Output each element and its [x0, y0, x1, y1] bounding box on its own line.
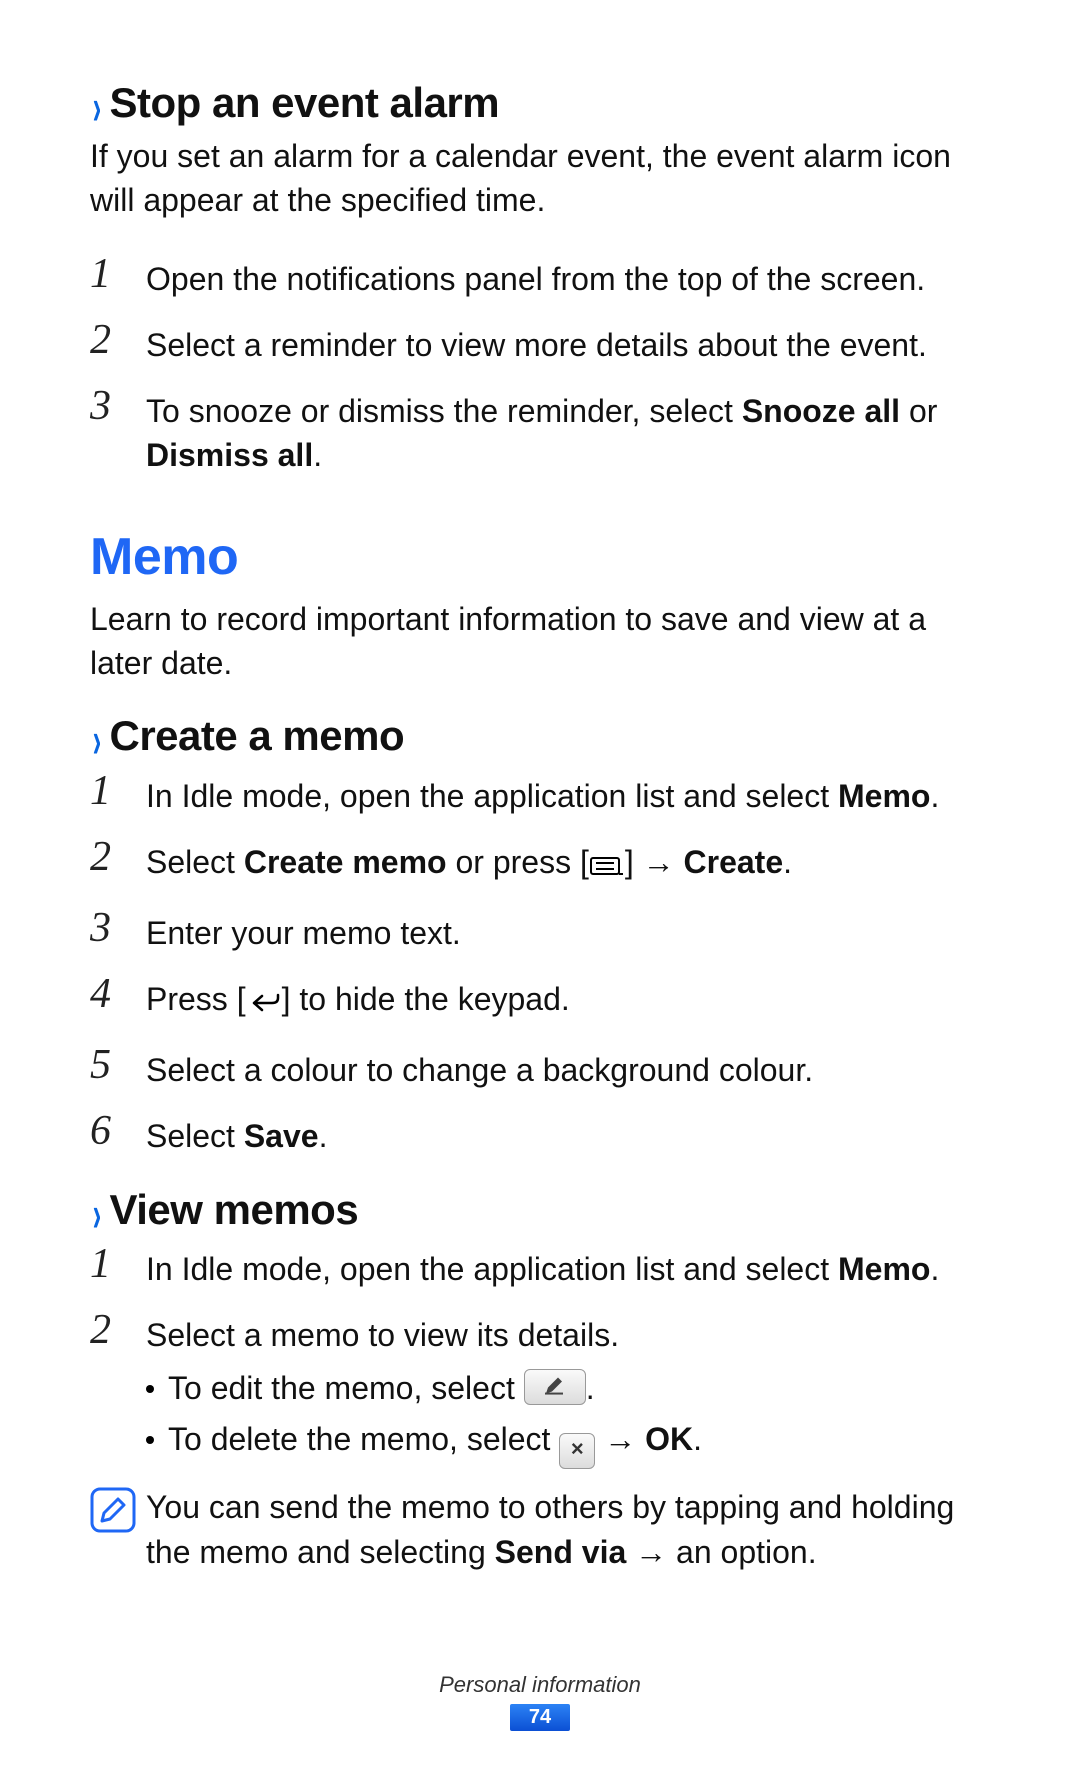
- step-number: 1: [90, 768, 146, 812]
- bold-text: Memo: [838, 778, 930, 814]
- text-fragment: or press [: [447, 844, 589, 880]
- document-page: ›Stop an event alarm If you set an alarm…: [0, 0, 1080, 1771]
- page-number-badge: 74: [510, 1704, 570, 1731]
- step-number: 1: [90, 251, 146, 295]
- step-text: In Idle mode, open the application list …: [146, 768, 990, 818]
- heading-view-memos: ›View memos: [90, 1187, 990, 1237]
- step-row: 6 Select Save.: [90, 1108, 990, 1158]
- intro-stop-alarm: If you set an alarm for a calendar event…: [90, 134, 990, 222]
- heading-create-memo: ›Create a memo: [90, 713, 990, 763]
- step-row: 1 Open the notifications panel from the …: [90, 251, 990, 301]
- text-fragment: In Idle mode, open the application list …: [146, 778, 838, 814]
- step-row: 1 In Idle mode, open the application lis…: [90, 768, 990, 818]
- text-fragment: or: [900, 393, 937, 429]
- step-number: 2: [90, 834, 146, 878]
- bold-text: OK: [645, 1421, 693, 1457]
- step-text: Open the notifications panel from the to…: [146, 251, 990, 301]
- step-row: 4 Press [ ] to hide the keypad.: [90, 971, 990, 1026]
- step-text: Select Save.: [146, 1108, 990, 1158]
- heading-text: View memos: [110, 1186, 359, 1233]
- step-number: 4: [90, 971, 146, 1015]
- text-fragment: To delete the memo, select: [168, 1421, 559, 1457]
- text-fragment: .: [693, 1421, 702, 1457]
- bold-text: Create: [684, 844, 784, 880]
- page-footer: Personal information 74: [0, 1672, 1080, 1731]
- text-fragment: .: [319, 1118, 328, 1154]
- bullet-item: To delete the memo, select × → OK.: [90, 1414, 990, 1469]
- bold-text: Dismiss all: [146, 437, 313, 473]
- bold-text: Memo: [838, 1251, 930, 1287]
- step-text: In Idle mode, open the application list …: [146, 1241, 990, 1291]
- step-text: Select a reminder to view more details a…: [146, 317, 990, 367]
- intro-memo: Learn to record important information to…: [90, 597, 990, 685]
- bold-text: Send via: [495, 1534, 627, 1570]
- text-fragment: ] to hide the keypad.: [282, 981, 570, 1017]
- bold-text: Create memo: [244, 844, 447, 880]
- step-row: 5 Select a colour to change a background…: [90, 1042, 990, 1092]
- step-number: 5: [90, 1042, 146, 1086]
- step-text: Press [ ] to hide the keypad.: [146, 971, 990, 1026]
- bold-text: Save: [244, 1118, 319, 1154]
- text-fragment: .: [930, 778, 939, 814]
- heading-text: Stop an event alarm: [110, 79, 500, 126]
- step-number: 3: [90, 905, 146, 949]
- chevron-right-icon: ›: [93, 79, 101, 134]
- note-icon: [90, 1485, 146, 1538]
- text-fragment: .: [930, 1251, 939, 1287]
- step-number: 2: [90, 1307, 146, 1351]
- heading-stop-alarm: ›Stop an event alarm: [90, 80, 990, 130]
- text-fragment: .: [783, 844, 792, 880]
- edit-memo-icon: [524, 1369, 586, 1405]
- text-fragment: ] →: [625, 844, 684, 880]
- bullet-icon: [146, 1385, 154, 1393]
- back-key-icon: [246, 982, 282, 1026]
- text-fragment: Press [: [146, 981, 246, 1017]
- text-fragment: → an option.: [626, 1534, 816, 1570]
- step-text: Select Create memo or press [ ] → Create.: [146, 834, 990, 889]
- text-fragment: In Idle mode, open the application list …: [146, 1251, 838, 1287]
- bold-text: Snooze all: [742, 393, 900, 429]
- footer-section-label: Personal information: [0, 1672, 1080, 1698]
- note-text: You can send the memo to others by tappi…: [146, 1485, 990, 1575]
- step-text: Select a memo to view its details.: [146, 1307, 990, 1357]
- step-row: 2 Select Create memo or press [ ] → Creat…: [90, 834, 990, 889]
- step-row: 3 Enter your memo text.: [90, 905, 990, 955]
- text-fragment: .: [313, 437, 322, 473]
- heading-memo: Memo: [90, 527, 990, 587]
- step-row: 1 In Idle mode, open the application lis…: [90, 1241, 990, 1291]
- text-fragment: →: [595, 1421, 645, 1457]
- menu-key-icon: [589, 845, 625, 889]
- bullet-icon: [146, 1436, 154, 1444]
- text-fragment: To snooze or dismiss the reminder, selec…: [146, 393, 742, 429]
- step-number: 6: [90, 1108, 146, 1152]
- delete-memo-icon: ×: [559, 1433, 595, 1469]
- note-row: You can send the memo to others by tappi…: [90, 1485, 990, 1575]
- chevron-right-icon: ›: [93, 713, 101, 768]
- step-number: 2: [90, 317, 146, 361]
- step-number: 1: [90, 1241, 146, 1285]
- text-fragment: .: [586, 1370, 595, 1406]
- text-fragment: Select: [146, 1118, 244, 1154]
- step-row: 2 Select a reminder to view more details…: [90, 317, 990, 367]
- text-fragment: Select: [146, 844, 244, 880]
- heading-text: Create a memo: [110, 712, 405, 759]
- step-text: Select a colour to change a background c…: [146, 1042, 990, 1092]
- step-row: 2 Select a memo to view its details.: [90, 1307, 990, 1357]
- chevron-right-icon: ›: [93, 1186, 101, 1241]
- step-number: 3: [90, 383, 146, 427]
- step-text: To snooze or dismiss the reminder, selec…: [146, 383, 990, 477]
- text-fragment: To edit the memo, select: [168, 1370, 524, 1406]
- bullet-item: To edit the memo, select .: [90, 1363, 990, 1414]
- step-row: 3 To snooze or dismiss the reminder, sel…: [90, 383, 990, 477]
- step-text: Enter your memo text.: [146, 905, 990, 955]
